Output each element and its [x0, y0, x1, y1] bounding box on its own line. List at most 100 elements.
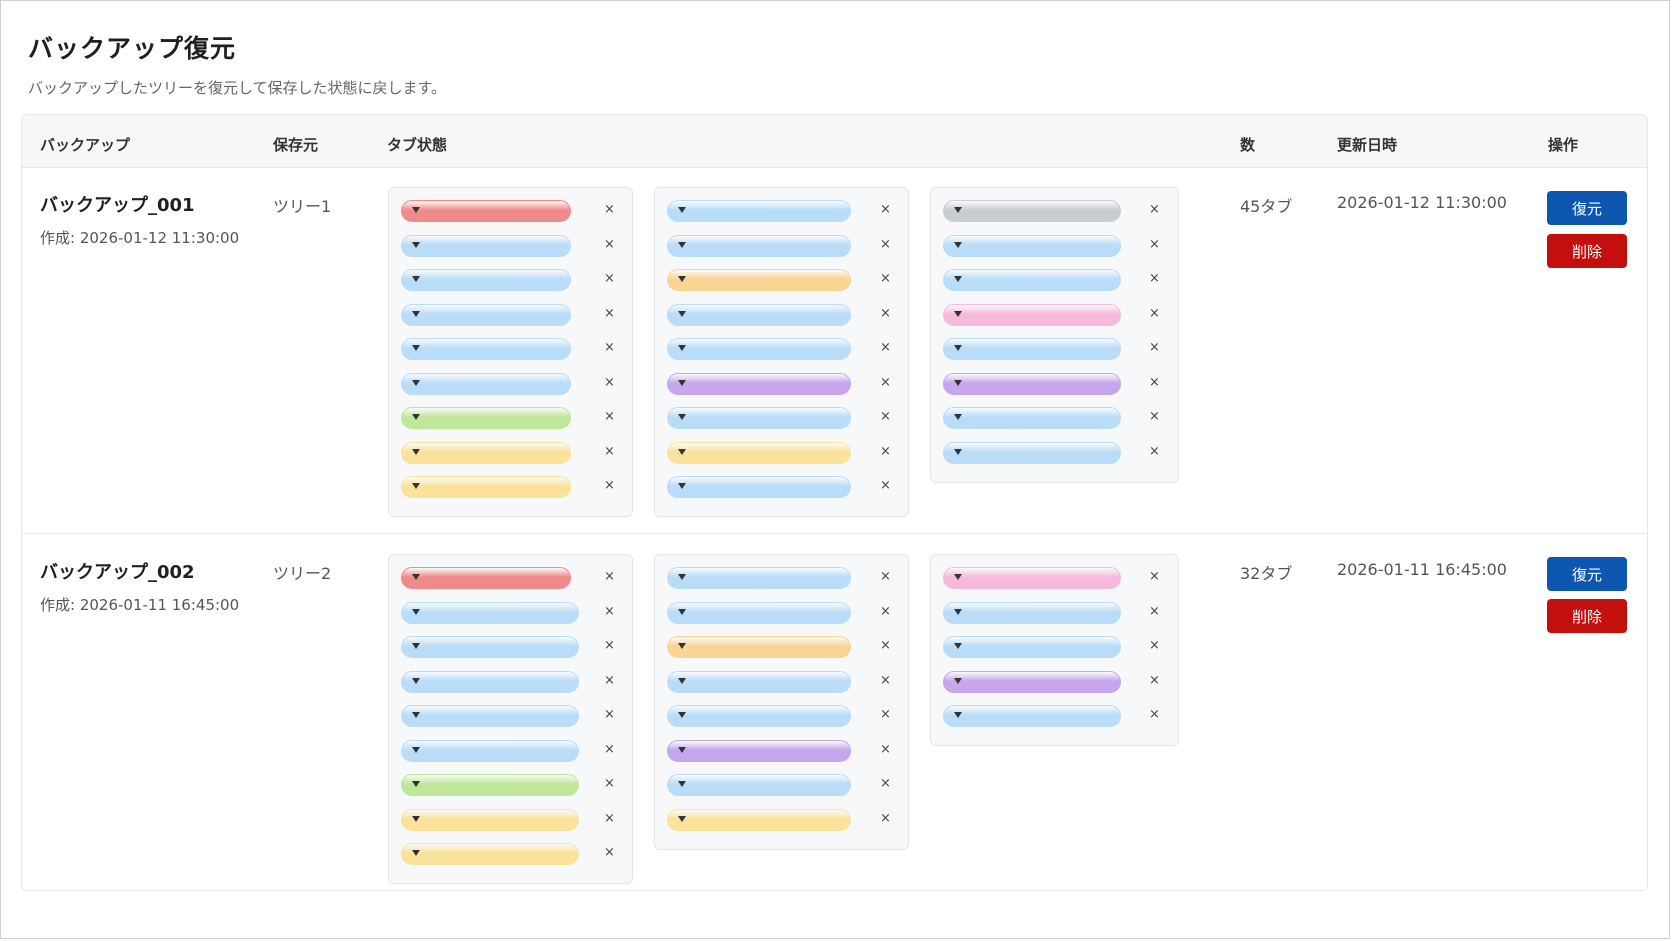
close-tab-icon[interactable]: ×	[604, 409, 615, 424]
tab-pill[interactable]	[667, 636, 851, 658]
expand-arrow-icon[interactable]	[412, 712, 420, 718]
close-tab-icon[interactable]: ×	[880, 409, 891, 424]
expand-arrow-icon[interactable]	[678, 815, 686, 822]
expand-arrow-icon[interactable]	[412, 608, 420, 615]
close-tab-icon[interactable]: ×	[604, 444, 615, 459]
tab-pill[interactable]	[401, 234, 571, 257]
expand-arrow-icon[interactable]	[678, 207, 686, 213]
close-tab-icon[interactable]: ×	[604, 742, 615, 757]
tab-pill[interactable]	[401, 774, 579, 796]
expand-arrow-icon[interactable]	[678, 746, 686, 753]
tab-pill[interactable]	[943, 407, 1121, 429]
tab-pill[interactable]	[401, 476, 571, 498]
close-tab-icon[interactable]: ×	[604, 478, 615, 493]
expand-arrow-icon[interactable]	[678, 276, 686, 282]
expand-arrow-icon[interactable]	[954, 241, 962, 248]
close-tab-icon[interactable]: ×	[880, 375, 891, 390]
expand-arrow-icon[interactable]	[412, 746, 420, 753]
close-tab-icon[interactable]: ×	[1149, 444, 1160, 459]
tab-pill[interactable]	[667, 269, 851, 291]
expand-arrow-icon[interactable]	[412, 276, 420, 282]
close-tab-icon[interactable]: ×	[1149, 569, 1160, 584]
close-tab-icon[interactable]: ×	[880, 478, 891, 493]
tab-pill[interactable]	[943, 705, 1121, 727]
expand-arrow-icon[interactable]	[412, 414, 420, 420]
close-tab-icon[interactable]: ×	[604, 375, 615, 390]
expand-arrow-icon[interactable]	[954, 414, 962, 420]
expand-arrow-icon[interactable]	[954, 207, 962, 213]
close-tab-icon[interactable]: ×	[604, 845, 615, 860]
expand-arrow-icon[interactable]	[412, 643, 420, 649]
expand-arrow-icon[interactable]	[412, 677, 420, 684]
expand-arrow-icon[interactable]	[412, 483, 420, 489]
expand-arrow-icon[interactable]	[412, 448, 420, 455]
tab-pill[interactable]	[667, 372, 851, 395]
tab-pill[interactable]	[667, 200, 851, 222]
close-tab-icon[interactable]: ×	[604, 604, 615, 619]
tab-pill[interactable]	[943, 200, 1121, 222]
expand-arrow-icon[interactable]	[678, 643, 686, 649]
tab-pill[interactable]	[401, 372, 571, 395]
tab-pill[interactable]	[943, 234, 1121, 257]
expand-arrow-icon[interactable]	[412, 815, 420, 822]
tab-pill[interactable]	[943, 269, 1121, 291]
expand-arrow-icon[interactable]	[678, 345, 686, 351]
tab-pill[interactable]	[401, 338, 571, 360]
tab-pill[interactable]	[401, 601, 579, 624]
tab-pill[interactable]	[401, 407, 571, 429]
close-tab-icon[interactable]: ×	[1149, 340, 1160, 355]
expand-arrow-icon[interactable]	[954, 310, 962, 317]
close-tab-icon[interactable]: ×	[604, 707, 615, 722]
close-tab-icon[interactable]: ×	[604, 237, 615, 252]
close-tab-icon[interactable]: ×	[1149, 409, 1160, 424]
expand-arrow-icon[interactable]	[678, 448, 686, 455]
close-tab-icon[interactable]: ×	[880, 271, 891, 286]
restore-button[interactable]: 復元	[1547, 191, 1627, 225]
expand-arrow-icon[interactable]	[678, 677, 686, 684]
tab-pill[interactable]	[667, 567, 851, 589]
expand-arrow-icon[interactable]	[678, 483, 686, 489]
expand-arrow-icon[interactable]	[954, 448, 962, 455]
tab-pill[interactable]	[667, 303, 851, 326]
expand-arrow-icon[interactable]	[412, 379, 420, 386]
expand-arrow-icon[interactable]	[954, 608, 962, 615]
close-tab-icon[interactable]: ×	[1149, 306, 1160, 321]
expand-arrow-icon[interactable]	[954, 379, 962, 386]
tab-pill[interactable]	[667, 601, 851, 624]
close-tab-icon[interactable]: ×	[1149, 271, 1160, 286]
tab-pill[interactable]	[943, 338, 1121, 360]
tab-pill[interactable]	[943, 636, 1121, 658]
expand-arrow-icon[interactable]	[678, 241, 686, 248]
close-tab-icon[interactable]: ×	[604, 673, 615, 688]
expand-arrow-icon[interactable]	[412, 850, 420, 856]
tab-pill[interactable]	[401, 303, 571, 326]
restore-button[interactable]: 復元	[1547, 557, 1627, 591]
close-tab-icon[interactable]: ×	[604, 638, 615, 653]
close-tab-icon[interactable]: ×	[880, 742, 891, 757]
delete-button[interactable]: 削除	[1547, 234, 1627, 268]
tab-pill[interactable]	[401, 705, 579, 727]
tab-pill[interactable]	[667, 705, 851, 727]
expand-arrow-icon[interactable]	[412, 241, 420, 248]
tab-pill[interactable]	[401, 636, 579, 658]
expand-arrow-icon[interactable]	[678, 608, 686, 615]
expand-arrow-icon[interactable]	[678, 574, 686, 580]
close-tab-icon[interactable]: ×	[880, 237, 891, 252]
tab-pill[interactable]	[401, 200, 571, 222]
expand-arrow-icon[interactable]	[678, 781, 686, 787]
close-tab-icon[interactable]: ×	[880, 444, 891, 459]
tab-pill[interactable]	[401, 843, 579, 865]
tab-pill[interactable]	[667, 234, 851, 257]
tab-pill[interactable]	[943, 601, 1121, 624]
close-tab-icon[interactable]: ×	[1149, 375, 1160, 390]
close-tab-icon[interactable]: ×	[604, 340, 615, 355]
close-tab-icon[interactable]: ×	[880, 776, 891, 791]
expand-arrow-icon[interactable]	[954, 276, 962, 282]
tab-pill[interactable]	[667, 441, 851, 464]
tab-pill[interactable]	[667, 739, 851, 762]
expand-arrow-icon[interactable]	[412, 781, 420, 787]
expand-arrow-icon[interactable]	[678, 712, 686, 718]
tab-pill[interactable]	[401, 269, 571, 291]
close-tab-icon[interactable]: ×	[1149, 638, 1160, 653]
expand-arrow-icon[interactable]	[954, 345, 962, 351]
